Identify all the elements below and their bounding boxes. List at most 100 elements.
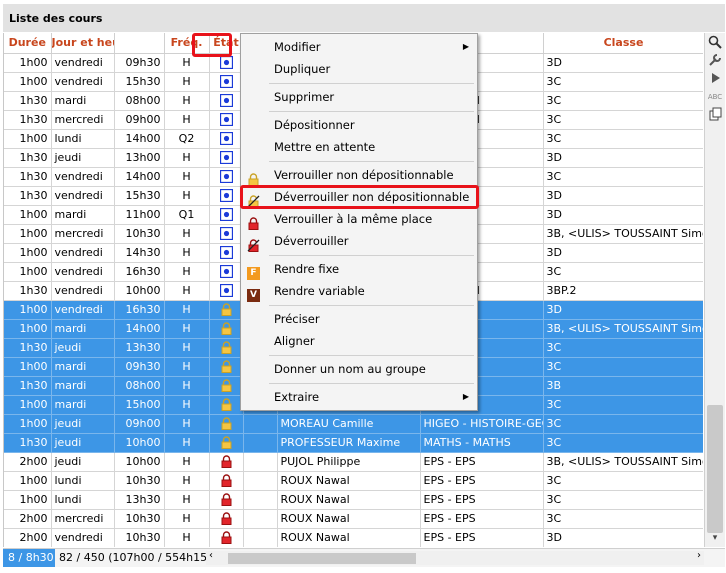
cell-cls: 3C [543, 357, 703, 377]
wrench-icon[interactable] [707, 53, 723, 69]
column-header-2[interactable] [114, 33, 165, 54]
table-row[interactable]: 1h30 jeudi 10h00 H PROFESSEUR Maxime MATHS - … [4, 433, 703, 453]
cell-mat: HIGEO - HISTOIRE-GEO [420, 414, 544, 434]
cell-time: 15h00 [114, 395, 165, 415]
menu-item-supprimer[interactable]: Supprimer [241, 86, 477, 108]
cell-cls: 3B, <ULIS> TOUSSAINT Simon [543, 452, 703, 472]
menu-item-rendre-variable[interactable]: V Rendre variable [241, 280, 477, 302]
menu-item-label: Rendre fixe [274, 262, 340, 276]
cell-time: 14h00 [114, 167, 165, 187]
cell-dur: 1h00 [4, 357, 52, 377]
cell-time: 14h00 [114, 319, 165, 339]
column-header-1[interactable]: Jour et heure [51, 33, 115, 54]
cell-dur: 1h00 [4, 414, 52, 434]
cell-time: 09h30 [114, 53, 165, 73]
scroll-left-icon[interactable]: ‹ [209, 550, 213, 561]
state-icon [209, 300, 244, 320]
cell-day: vendredi [51, 300, 115, 320]
cell-cls: 3C [543, 91, 703, 111]
cell-dur: 1h30 [4, 91, 52, 111]
menu-item-modifier[interactable]: Modifier ▶ [241, 36, 477, 58]
cell-day: mercredi [51, 224, 115, 244]
menu-item-donner-un-nom-au-groupe[interactable]: Donner un nom au groupe [241, 358, 477, 380]
cell-cls: 3C [543, 414, 703, 434]
cell-time: 13h00 [114, 148, 165, 168]
menu-item-aligner[interactable]: Aligner [241, 330, 477, 352]
cell-prof: PROFESSEUR Maxime [277, 433, 421, 453]
cell-day: mardi [51, 395, 115, 415]
cell-day: vendredi [51, 243, 115, 263]
state-icon [209, 471, 244, 491]
play-icon[interactable] [707, 71, 723, 87]
menu-item-label: Aligner [274, 334, 315, 348]
table-row[interactable]: 1h00 lundi 13h30 H ROUX Nawal EPS - EPS 3C [4, 490, 703, 510]
submenu-arrow-icon: ▶ [462, 392, 469, 401]
menu-item-label: Dupliquer [274, 62, 331, 76]
spellcheck-icon[interactable]: ABC [707, 89, 723, 105]
state-icon [209, 395, 244, 415]
cell-freq: H [164, 376, 210, 396]
cell-dur: 2h00 [4, 452, 52, 472]
table-row[interactable]: 1h00 jeudi 09h00 H MOREAU Camille HIGEO - HIS… [4, 414, 703, 434]
horizontal-scrollbar-thumb[interactable] [228, 553, 416, 564]
cell-dur: 1h00 [4, 243, 52, 263]
cell-freq: H [164, 186, 210, 206]
menu-item-extraire[interactable]: Extraire ▶ [241, 386, 477, 408]
cell-dur: 1h00 [4, 490, 52, 510]
menu-item-mettre-en-attente[interactable]: Mettre en attente [241, 136, 477, 158]
cell-time: 16h30 [114, 300, 165, 320]
toolbar-vertical: ABC ▾ [704, 33, 725, 547]
menu-item-rendre-fixe[interactable]: F Rendre fixe [241, 258, 477, 280]
menu-item-label: Préciser [274, 312, 320, 326]
cell-dur: 1h00 [4, 300, 52, 320]
menu-separator [269, 83, 474, 84]
cell-day: mardi [51, 376, 115, 396]
scroll-down-icon[interactable]: ▾ [707, 530, 723, 546]
cell-time: 08h00 [114, 376, 165, 396]
empty-cell [243, 452, 278, 472]
menu-item-verrouiller-à-la-même-place[interactable]: Verrouiller à la même place [241, 208, 477, 230]
cell-mat: EPS - EPS [420, 452, 544, 472]
unlock-r-icon [247, 234, 260, 256]
cell-freq: H [164, 357, 210, 377]
search-icon[interactable] [707, 35, 723, 51]
cell-freq: H [164, 414, 210, 434]
cell-dur: 2h00 [4, 528, 52, 547]
cell-prof: ROUX Nawal [277, 471, 421, 491]
column-header-8[interactable]: Classe [543, 33, 703, 54]
menu-item-déverrouiller[interactable]: Déverrouiller [241, 230, 477, 252]
horizontal-scrollbar[interactable]: ‹ › [206, 550, 704, 565]
cell-dur: 1h30 [4, 281, 52, 301]
scroll-right-icon[interactable]: › [697, 550, 701, 561]
cell-mat: EPS - EPS [420, 471, 544, 491]
context-menu: Modifier ▶ Dupliquer Supprimer Dépositionner… [240, 33, 478, 411]
cell-cls: 3D [543, 300, 703, 320]
table-row[interactable]: 2h00 vendredi 10h30 H ROUX Nawal EPS - EPS 3D [4, 528, 703, 547]
menu-item-verrouiller-non-dépositionnable[interactable]: Verrouiller non dépositionnable [241, 164, 477, 186]
V-icon: V [247, 284, 260, 306]
cell-cls: 3D [543, 205, 703, 225]
menu-item-préciser[interactable]: Préciser [241, 308, 477, 330]
status-total: 82 / 450 (107h00 / 554h15) [59, 551, 212, 564]
cell-dur: 1h30 [4, 148, 52, 168]
cell-time: 11h00 [114, 205, 165, 225]
cell-time: 08h00 [114, 91, 165, 111]
copy-icon[interactable] [707, 107, 723, 123]
table-row[interactable]: 2h00 mercredi 10h30 H ROUX Nawal EPS - EPS 3C [4, 509, 703, 529]
cell-freq: Q1 [164, 205, 210, 225]
column-header-0[interactable]: Durée [4, 33, 52, 54]
state-icon [209, 338, 244, 358]
cell-prof: ROUX Nawal [277, 528, 421, 547]
table-row[interactable]: 2h00 jeudi 10h00 H PUJOL Philippe EPS - EPS 3B… [4, 452, 703, 472]
vertical-scrollbar-thumb[interactable] [707, 405, 723, 533]
menu-item-label: Rendre variable [274, 284, 365, 298]
menu-item-dépositionner[interactable]: Dépositionner [241, 114, 477, 136]
cell-day: mercredi [51, 110, 115, 130]
cell-time: 16h30 [114, 262, 165, 282]
cell-dur: 1h30 [4, 376, 52, 396]
cell-time: 15h30 [114, 186, 165, 206]
table-row[interactable]: 1h00 lundi 10h30 H ROUX Nawal EPS - EPS 3C [4, 471, 703, 491]
menu-item-dupliquer[interactable]: Dupliquer [241, 58, 477, 80]
menu-separator [269, 383, 474, 384]
menu-item-label: Déverrouiller [274, 234, 349, 248]
